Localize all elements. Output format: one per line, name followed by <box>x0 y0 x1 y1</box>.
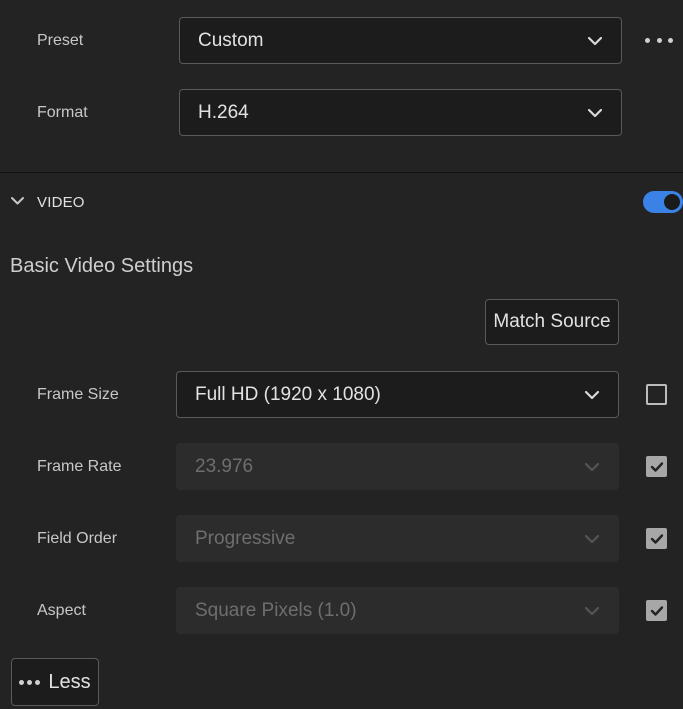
toggle-knob <box>664 194 680 210</box>
video-enable-toggle[interactable] <box>643 191 683 213</box>
format-label: Format <box>37 104 88 121</box>
format-dropdown[interactable]: H.264 <box>179 89 622 136</box>
video-section-header[interactable]: VIDEO <box>10 190 85 214</box>
frame-rate-value: 23.976 <box>195 455 254 477</box>
frame-rate-match-checkbox[interactable] <box>646 456 667 477</box>
frame-size-label: Frame Size <box>37 386 119 403</box>
aspect-match-checkbox[interactable] <box>646 600 667 621</box>
chevron-down-icon <box>569 90 621 135</box>
aspect-label: Aspect <box>37 602 86 619</box>
more-horizontal-icon <box>19 679 41 685</box>
chevron-down-icon <box>566 444 618 489</box>
preset-label: Preset <box>37 32 84 49</box>
field-order-label: Field Order <box>37 530 118 547</box>
format-value: H.264 <box>198 101 249 123</box>
aspect-dropdown[interactable]: Square Pixels (1.0) <box>176 587 619 634</box>
more-options-icon[interactable] <box>645 33 673 47</box>
chevron-down-icon <box>566 516 618 561</box>
frame-size-override-checkbox[interactable] <box>646 384 667 405</box>
field-order-match-checkbox[interactable] <box>646 528 667 549</box>
chevron-down-icon <box>569 18 621 63</box>
section-divider <box>0 172 683 173</box>
preset-dropdown[interactable]: Custom <box>179 17 622 64</box>
video-section-title: VIDEO <box>37 193 85 211</box>
chevron-down-icon <box>566 372 618 417</box>
preset-value: Custom <box>198 29 264 51</box>
chevron-down-icon <box>566 588 618 633</box>
chevron-down-icon[interactable] <box>10 193 25 211</box>
less-button[interactable]: Less <box>11 658 99 706</box>
frame-rate-dropdown[interactable]: 23.976 <box>176 443 619 490</box>
export-settings-panel: Preset Custom Format H.264 VIDEO Basic V… <box>0 0 683 709</box>
checkmark-icon <box>650 605 663 616</box>
checkmark-icon <box>650 533 663 544</box>
frame-rate-label: Frame Rate <box>37 458 122 475</box>
checkmark-icon <box>650 461 663 472</box>
field-order-dropdown[interactable]: Progressive <box>176 515 619 562</box>
frame-size-value: Full HD (1920 x 1080) <box>195 383 381 405</box>
field-order-value: Progressive <box>195 527 296 549</box>
less-button-label: Less <box>48 670 91 693</box>
basic-video-settings-heading: Basic Video Settings <box>10 255 194 277</box>
match-source-button[interactable]: Match Source <box>485 299 619 345</box>
frame-size-dropdown[interactable]: Full HD (1920 x 1080) <box>176 371 619 418</box>
aspect-value: Square Pixels (1.0) <box>195 599 357 621</box>
